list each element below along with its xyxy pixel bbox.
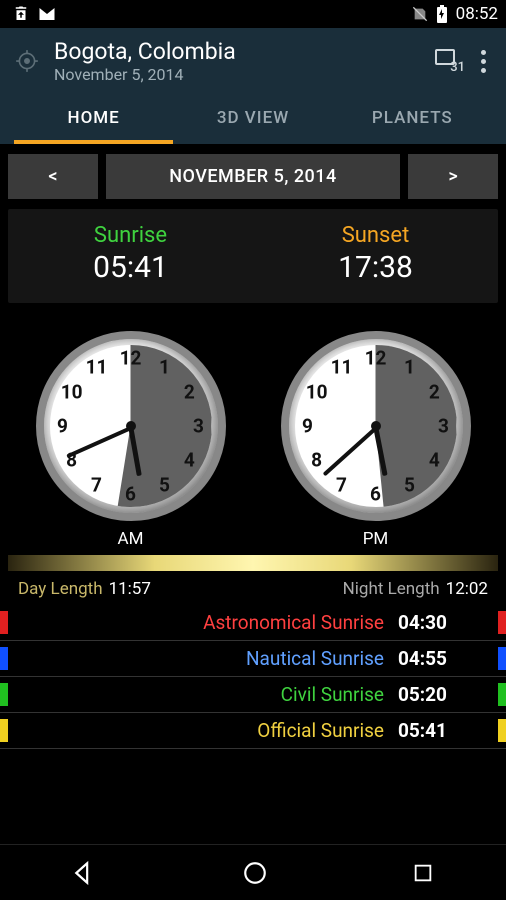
events-list[interactable]: Astronomical Sunrise04:30Nautical Sunris… bbox=[0, 605, 506, 749]
calendar-button[interactable]: 31 bbox=[435, 53, 461, 69]
event-label: Nautical Sunrise bbox=[8, 647, 398, 670]
event-row[interactable]: Astronomical Sunrise04:30 bbox=[0, 605, 506, 641]
location-date: November 5, 2014 bbox=[54, 65, 421, 84]
sunrise-time: 05:41 bbox=[8, 250, 253, 285]
day-length-label: Day Length bbox=[18, 579, 103, 599]
event-time: 04:30 bbox=[398, 611, 498, 634]
event-color-bar bbox=[498, 683, 506, 706]
event-color-bar bbox=[498, 611, 506, 634]
am-clock: 123456789101112 bbox=[36, 331, 226, 521]
status-time: 08:52 bbox=[456, 4, 498, 24]
event-time: 05:41 bbox=[398, 719, 498, 742]
prev-day-button[interactable]: < bbox=[8, 154, 98, 199]
event-color-bar bbox=[498, 719, 506, 742]
event-color-bar bbox=[0, 611, 8, 634]
location-icon[interactable] bbox=[14, 48, 40, 74]
am-label: AM bbox=[36, 529, 226, 549]
mail-icon bbox=[38, 5, 56, 23]
date-picker-button[interactable]: NOVEMBER 5, 2014 bbox=[106, 154, 400, 199]
length-row: Day Length 11:57 Night Length 12:02 bbox=[0, 571, 506, 605]
event-label: Official Sunrise bbox=[8, 719, 398, 742]
event-time: 04:55 bbox=[398, 647, 498, 670]
sunset-label: Sunset bbox=[253, 223, 498, 248]
home-button[interactable] bbox=[242, 860, 268, 886]
pm-clock: 123456789101112 bbox=[281, 331, 471, 521]
tab-planets[interactable]: PLANETS bbox=[333, 94, 492, 144]
event-color-bar bbox=[498, 647, 506, 670]
tab-home[interactable]: HOME bbox=[14, 94, 173, 144]
event-row[interactable]: Nautical Sunrise04:55 bbox=[0, 641, 506, 677]
night-length-value: 12:02 bbox=[446, 579, 488, 599]
night-length-label: Night Length bbox=[343, 579, 440, 599]
app-header: Bogota, Colombia November 5, 2014 31 HOM… bbox=[0, 28, 506, 144]
clocks-row: 123456789101112 AM 123456789101112 PM bbox=[0, 313, 506, 555]
overflow-menu-button[interactable] bbox=[475, 44, 492, 79]
day-length-value: 11:57 bbox=[109, 579, 151, 599]
event-row[interactable]: Civil Sunrise05:20 bbox=[0, 677, 506, 713]
system-nav-bar bbox=[0, 844, 506, 900]
recents-button[interactable] bbox=[412, 862, 434, 884]
download-icon bbox=[12, 5, 30, 23]
event-row[interactable]: Official Sunrise05:41 bbox=[0, 713, 506, 749]
battery-charging-icon bbox=[436, 5, 448, 23]
location-title: Bogota, Colombia bbox=[54, 38, 421, 65]
sunset-time: 17:38 bbox=[253, 250, 498, 285]
event-color-bar bbox=[0, 683, 8, 706]
pm-label: PM bbox=[281, 529, 471, 549]
sun-panel: Sunrise 05:41 Sunset 17:38 bbox=[8, 209, 498, 303]
back-button[interactable] bbox=[72, 860, 98, 886]
no-sim-icon bbox=[412, 6, 428, 22]
sunrise-label: Sunrise bbox=[8, 223, 253, 248]
tab-bar: HOME 3D VIEW PLANETS bbox=[14, 94, 492, 144]
event-label: Astronomical Sunrise bbox=[8, 611, 398, 634]
daylight-bar bbox=[8, 555, 498, 571]
date-navigator: < NOVEMBER 5, 2014 > bbox=[0, 144, 506, 209]
tab-3d-view[interactable]: 3D VIEW bbox=[173, 94, 332, 144]
event-color-bar bbox=[0, 719, 8, 742]
status-bar: 08:52 bbox=[0, 0, 506, 28]
event-label: Civil Sunrise bbox=[8, 683, 398, 706]
event-color-bar bbox=[0, 647, 8, 670]
next-day-button[interactable]: > bbox=[408, 154, 498, 199]
event-time: 05:20 bbox=[398, 683, 498, 706]
